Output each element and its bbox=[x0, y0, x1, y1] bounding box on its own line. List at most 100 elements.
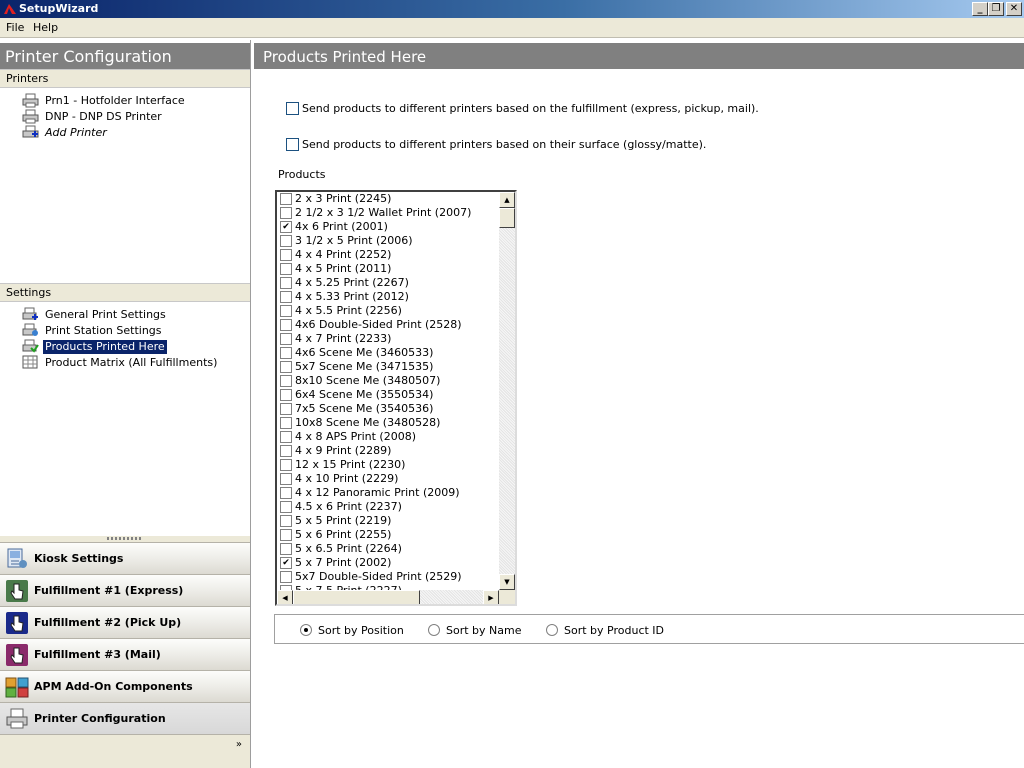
product-list-item[interactable]: 4 x 12 Panoramic Print (2009) bbox=[279, 486, 499, 500]
product-list-item[interactable]: 2 x 3 Print (2245) bbox=[279, 192, 499, 206]
product-checkbox[interactable] bbox=[280, 417, 292, 429]
product-label: 5x7 Scene Me (3471535) bbox=[295, 360, 434, 373]
vertical-scrollbar[interactable]: ▲ ▼ bbox=[499, 192, 515, 590]
option-fulfillment-checkbox[interactable] bbox=[286, 102, 299, 115]
product-list-item[interactable]: ✔ 4x 6 Print (2001) bbox=[279, 220, 499, 234]
product-list-item[interactable]: 4x6 Double-Sided Print (2528) bbox=[279, 318, 499, 332]
product-checkbox[interactable] bbox=[280, 487, 292, 499]
product-checkbox[interactable] bbox=[280, 291, 292, 303]
scroll-right-button[interactable]: ▶ bbox=[483, 590, 499, 604]
nav-kiosk-settings[interactable]: Kiosk Settings bbox=[0, 542, 250, 574]
sort-option-label: Sort by Name bbox=[446, 624, 522, 637]
product-checkbox[interactable] bbox=[280, 235, 292, 247]
hand-pointer-icon bbox=[6, 580, 28, 602]
product-checkbox[interactable] bbox=[280, 193, 292, 205]
window-title: SetupWizard bbox=[19, 2, 99, 15]
product-checkbox[interactable] bbox=[280, 389, 292, 401]
product-list-item[interactable]: 3 1/2 x 5 Print (2006) bbox=[279, 234, 499, 248]
hscroll-thumb[interactable] bbox=[293, 590, 420, 604]
nav-fulfillment-mail[interactable]: Fulfillment #3 (Mail) bbox=[0, 638, 250, 670]
product-list-item[interactable]: 4 x 5.5 Print (2256) bbox=[279, 304, 499, 318]
scroll-left-button[interactable]: ◀ bbox=[277, 590, 293, 604]
close-button[interactable]: ✕ bbox=[1006, 2, 1022, 16]
product-list-item[interactable]: 5x7 Scene Me (3471535) bbox=[279, 360, 499, 374]
product-list-item[interactable]: 5 x 6 Print (2255) bbox=[279, 528, 499, 542]
scroll-up-button[interactable]: ▲ bbox=[499, 192, 515, 208]
products-listbox[interactable]: 2 x 3 Print (2245) 2 1/2 x 3 1/2 Wallet P… bbox=[275, 190, 517, 606]
product-checkbox[interactable] bbox=[280, 445, 292, 457]
tree-item-label: Product Matrix (All Fulfillments) bbox=[45, 356, 218, 369]
nav-printer-configuration[interactable]: Printer Configuration bbox=[0, 702, 250, 734]
product-list-item[interactable]: 5x7 Double-Sided Print (2529) bbox=[279, 570, 499, 584]
product-checkbox[interactable] bbox=[280, 347, 292, 359]
product-list-item[interactable]: 6x4 Scene Me (3550534) bbox=[279, 388, 499, 402]
settings-icon bbox=[22, 323, 38, 336]
product-list-item[interactable]: 4 x 4 Print (2252) bbox=[279, 248, 499, 262]
product-label: 4x 6 Print (2001) bbox=[295, 220, 388, 233]
nav-overflow-chevron-icon[interactable]: » bbox=[236, 740, 242, 750]
product-list-item[interactable]: 4 x 7 Print (2233) bbox=[279, 332, 499, 346]
sort-by-product-id-radio[interactable] bbox=[546, 624, 558, 636]
product-label: 5 x 6 Print (2255) bbox=[295, 528, 392, 541]
product-list-item[interactable]: 2 1/2 x 3 1/2 Wallet Print (2007) bbox=[279, 206, 499, 220]
product-list-item[interactable]: 12 x 15 Print (2230) bbox=[279, 458, 499, 472]
product-label: 4 x 4 Print (2252) bbox=[295, 248, 392, 261]
nav-fulfillment-express[interactable]: Fulfillment #1 (Express) bbox=[0, 574, 250, 606]
product-label: 4 x 7 Print (2233) bbox=[295, 332, 392, 345]
menu-help[interactable]: Help bbox=[33, 21, 58, 34]
product-checkbox[interactable] bbox=[280, 277, 292, 289]
product-checkbox[interactable] bbox=[280, 431, 292, 443]
nav-label: Kiosk Settings bbox=[34, 552, 124, 565]
product-list-item[interactable]: ✔ 5 x 7 Print (2002) bbox=[279, 556, 499, 570]
product-checkbox[interactable] bbox=[280, 263, 292, 275]
product-list-item[interactable]: 5 x 6.5 Print (2264) bbox=[279, 542, 499, 556]
product-checkbox[interactable] bbox=[280, 459, 292, 471]
menu-file[interactable]: File bbox=[6, 21, 24, 34]
product-list-item[interactable]: 4 x 9 Print (2289) bbox=[279, 444, 499, 458]
product-label: 4 x 8 APS Print (2008) bbox=[295, 430, 417, 443]
product-label: 4x6 Scene Me (3460533) bbox=[295, 346, 434, 359]
product-list-item[interactable]: 4 x 5 Print (2011) bbox=[279, 262, 499, 276]
option-surface-checkbox[interactable] bbox=[286, 138, 299, 151]
product-label: 5 x 7 Print (2002) bbox=[295, 556, 392, 569]
product-list-item[interactable]: 5 x 5 Print (2219) bbox=[279, 514, 499, 528]
product-checkbox[interactable] bbox=[280, 571, 292, 583]
product-checkbox[interactable] bbox=[280, 501, 292, 513]
product-label: 4 x 10 Print (2229) bbox=[295, 472, 399, 485]
product-checkbox[interactable] bbox=[280, 333, 292, 345]
product-checkbox[interactable] bbox=[280, 361, 292, 373]
product-checkbox[interactable] bbox=[280, 375, 292, 387]
product-list-item[interactable]: 4 x 10 Print (2229) bbox=[279, 472, 499, 486]
product-list-item[interactable]: 10x8 Scene Me (3480528) bbox=[279, 416, 499, 430]
product-list-item[interactable]: 8x10 Scene Me (3480507) bbox=[279, 374, 499, 388]
sort-by-position-radio[interactable] bbox=[300, 624, 312, 636]
nav-apm-addon-components[interactable]: APM Add-On Components bbox=[0, 670, 250, 702]
minimize-button[interactable]: _ bbox=[972, 2, 988, 16]
product-list-item[interactable]: 7x5 Scene Me (3540536) bbox=[279, 402, 499, 416]
product-checkbox[interactable]: ✔ bbox=[280, 221, 292, 233]
nav-footer: » bbox=[0, 734, 250, 768]
product-list-item[interactable]: 4 x 8 APS Print (2008) bbox=[279, 430, 499, 444]
restore-button[interactable]: ❐ bbox=[988, 2, 1004, 16]
product-checkbox[interactable] bbox=[280, 403, 292, 415]
product-checkbox[interactable] bbox=[280, 319, 292, 331]
product-checkbox[interactable] bbox=[280, 473, 292, 485]
product-list-item[interactable]: 4 x 5.25 Print (2267) bbox=[279, 276, 499, 290]
scroll-down-button[interactable]: ▼ bbox=[499, 574, 515, 590]
product-list-item[interactable]: 4x6 Scene Me (3460533) bbox=[279, 346, 499, 360]
product-checkbox[interactable] bbox=[280, 207, 292, 219]
product-checkbox[interactable]: ✔ bbox=[280, 557, 292, 569]
sort-option-label: Sort by Product ID bbox=[564, 624, 665, 637]
product-list-item[interactable]: 4.5 x 6 Print (2237) bbox=[279, 500, 499, 514]
product-checkbox[interactable] bbox=[280, 543, 292, 555]
product-checkbox[interactable] bbox=[280, 515, 292, 527]
scroll-thumb[interactable] bbox=[499, 208, 515, 228]
nav-fulfillment-pickup[interactable]: Fulfillment #2 (Pick Up) bbox=[0, 606, 250, 638]
product-checkbox[interactable] bbox=[280, 529, 292, 541]
tree-item-label: Products Printed Here bbox=[43, 340, 167, 354]
product-checkbox[interactable] bbox=[280, 305, 292, 317]
product-checkbox[interactable] bbox=[280, 249, 292, 261]
horizontal-scrollbar[interactable]: ◀ ▶ bbox=[277, 590, 499, 604]
product-list-item[interactable]: 4 x 5.33 Print (2012) bbox=[279, 290, 499, 304]
sort-by-name-radio[interactable] bbox=[428, 624, 440, 636]
